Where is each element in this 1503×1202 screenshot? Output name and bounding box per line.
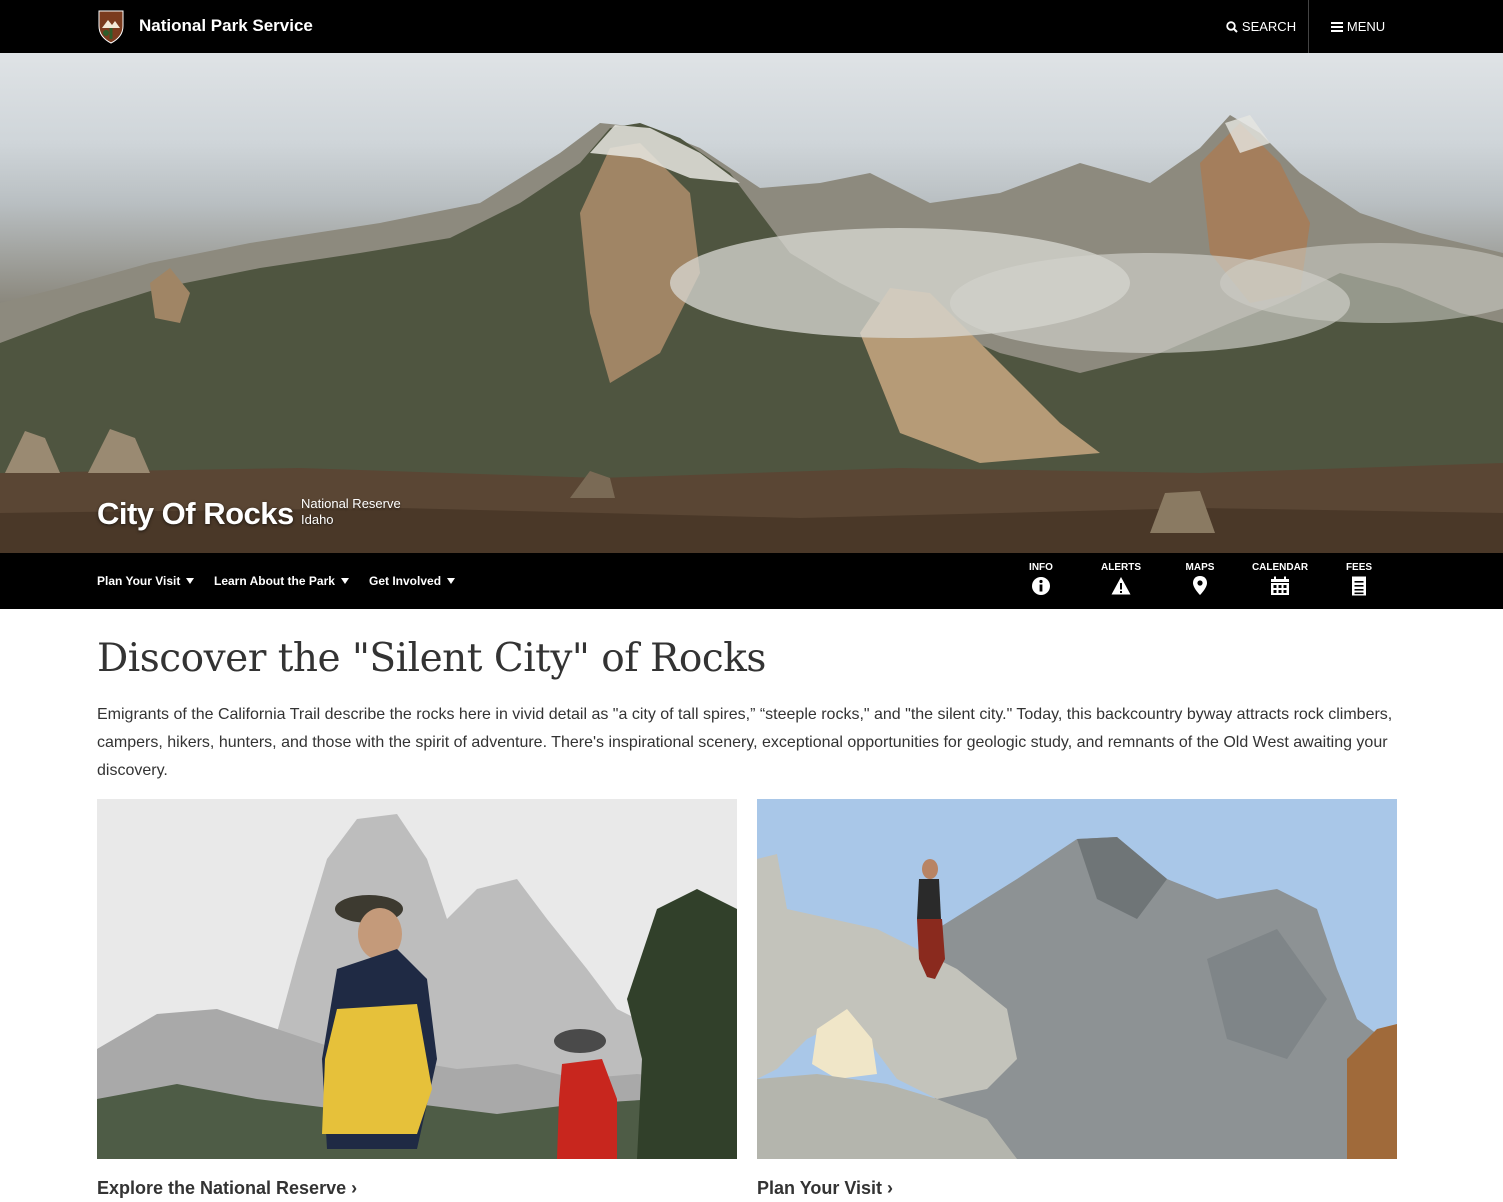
menu-label: MENU bbox=[1346, 19, 1386, 34]
explore-national-reserve-link[interactable]: Explore the National Reserve › bbox=[97, 1178, 737, 1199]
search-icon bbox=[1226, 20, 1238, 33]
hikers-photo bbox=[97, 799, 737, 1159]
fees-icon bbox=[1352, 576, 1366, 596]
nav-plan-your-visit[interactable]: Plan Your Visit bbox=[97, 553, 195, 609]
dropdown-caret-icon bbox=[340, 578, 349, 584]
alert-icon bbox=[1111, 577, 1131, 595]
quick-link-calendar[interactable]: CALENDAR bbox=[1245, 553, 1315, 609]
dropdown-caret-icon bbox=[186, 578, 195, 584]
quick-link-label: MAPS bbox=[1185, 562, 1215, 573]
nav-label: Get Involved bbox=[369, 574, 442, 588]
menu-button[interactable]: MENU bbox=[1309, 0, 1407, 53]
quick-link-label: FEES bbox=[1345, 562, 1373, 573]
feature-card: Plan Your Visit › bbox=[757, 799, 1397, 1199]
info-icon bbox=[1032, 577, 1050, 595]
plan-your-visit-link[interactable]: Plan Your Visit › bbox=[757, 1178, 1397, 1199]
calendar-icon bbox=[1271, 576, 1289, 595]
map-pin-icon bbox=[1193, 576, 1207, 595]
quick-link-label: ALERTS bbox=[1101, 562, 1141, 573]
hero-landscape-image bbox=[0, 115, 1503, 553]
quick-link-fees[interactable]: FEES bbox=[1324, 553, 1394, 609]
quick-link-label: CALENDAR bbox=[1251, 562, 1309, 573]
nav-label: Plan Your Visit bbox=[97, 574, 181, 588]
brand-name: National Park Service bbox=[139, 16, 313, 35]
quick-link-alerts[interactable]: ALERTS bbox=[1086, 553, 1156, 609]
feature-card-image[interactable] bbox=[757, 799, 1397, 1159]
search-label: SEARCH bbox=[1241, 19, 1297, 34]
intro-paragraph: Emigrants of the California Trail descri… bbox=[97, 706, 1393, 779]
site-header: National Park Service SEARCH MENU bbox=[0, 0, 1503, 53]
park-state: Idaho bbox=[301, 512, 334, 527]
park-designation: National Reserve bbox=[301, 496, 401, 511]
nps-home-link[interactable]: National Park Service bbox=[97, 8, 313, 44]
nps-arrowhead-logo bbox=[98, 10, 124, 44]
search-button[interactable]: SEARCH bbox=[1214, 0, 1308, 53]
quick-link-label: INFO bbox=[1029, 562, 1053, 573]
quick-link-info[interactable]: INFO bbox=[1006, 553, 1076, 609]
nav-label: Learn About the Park bbox=[214, 574, 335, 588]
quick-link-maps[interactable]: MAPS bbox=[1165, 553, 1235, 609]
hero-banner: City Of Rocks National Reserve Idaho bbox=[0, 53, 1503, 553]
feature-card-image[interactable] bbox=[97, 799, 737, 1159]
park-subtitle: National Reserve Idaho bbox=[301, 496, 401, 528]
park-title: City Of Rocks bbox=[97, 496, 294, 531]
hamburger-icon bbox=[1330, 21, 1343, 32]
nav-learn-about-the-park[interactable]: Learn About the Park bbox=[214, 553, 349, 609]
feature-card: Explore the National Reserve › bbox=[97, 799, 737, 1199]
climber-photo bbox=[757, 799, 1397, 1159]
nav-get-involved[interactable]: Get Involved bbox=[369, 553, 456, 609]
park-navigation: Plan Your Visit Learn About the Park Get… bbox=[0, 553, 1503, 609]
dropdown-caret-icon bbox=[447, 578, 456, 584]
page-heading: Discover the "Silent City" of Rocks bbox=[97, 636, 766, 681]
